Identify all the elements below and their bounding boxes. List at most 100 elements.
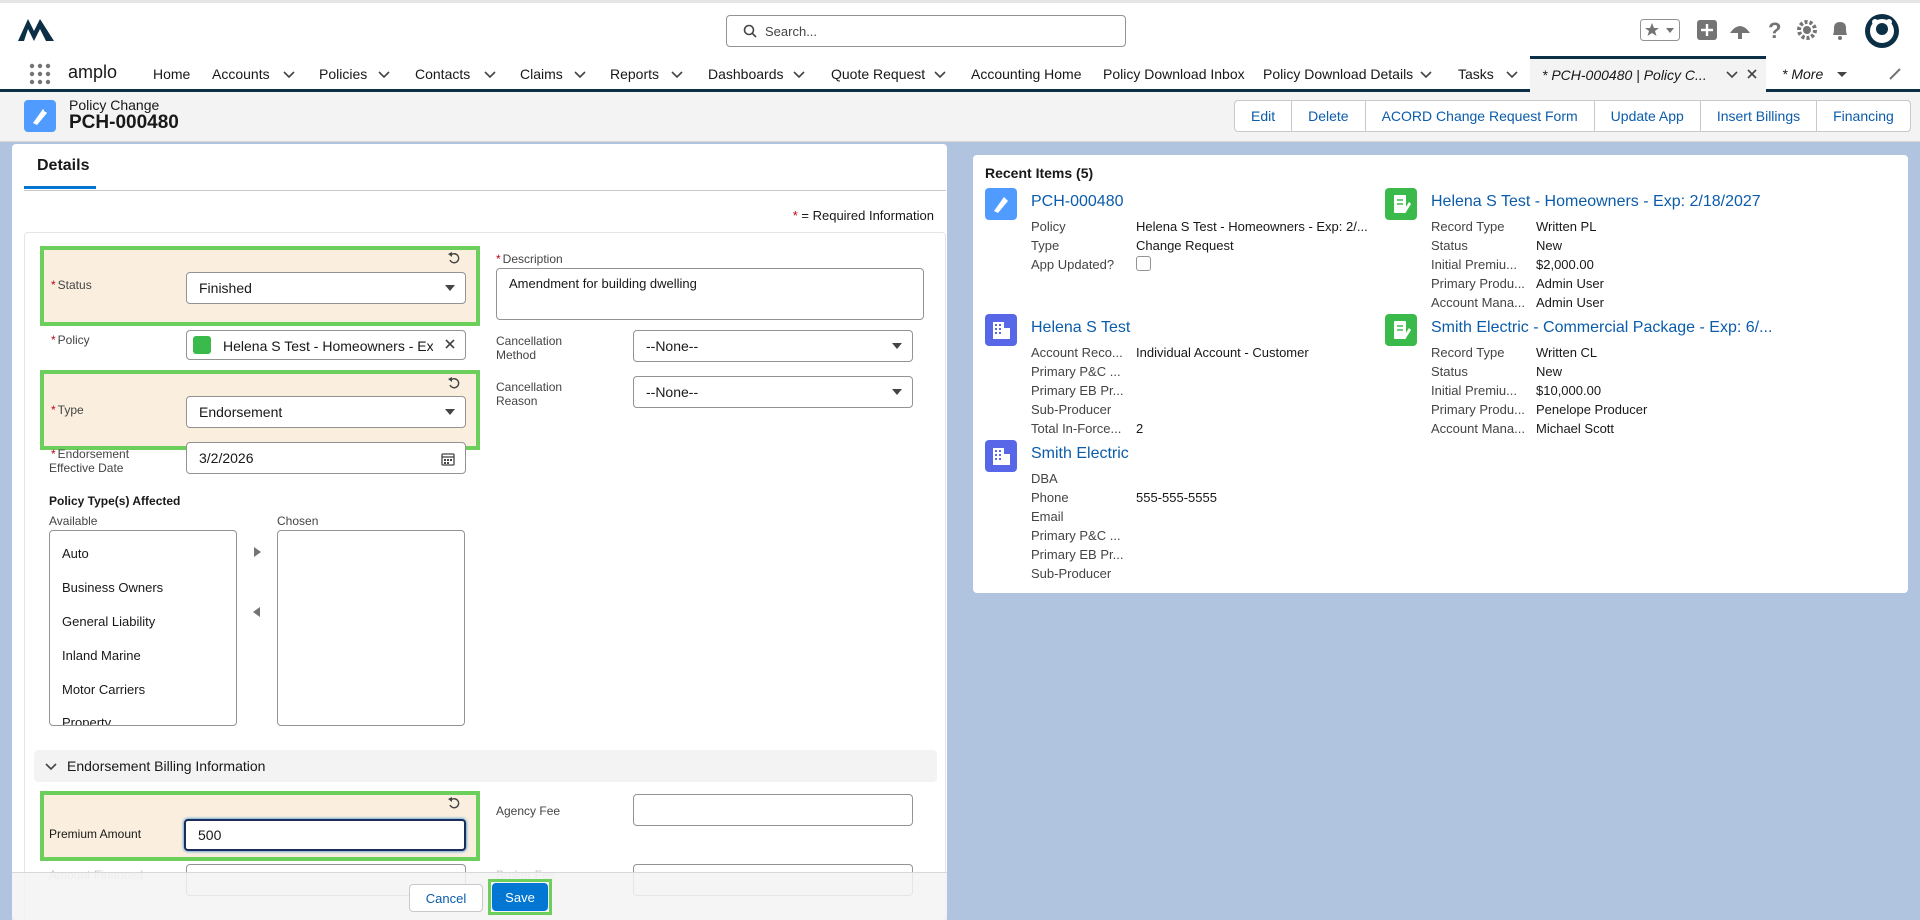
list-item[interactable]: Property <box>62 715 111 725</box>
field-label: Record Type <box>1431 345 1505 360</box>
chevron-down-icon[interactable] <box>573 67 587 81</box>
chevron-down-icon[interactable] <box>1725 67 1739 81</box>
help-icon[interactable]: ? <box>1761 17 1787 43</box>
edit-nav-pencil-icon[interactable] <box>1888 67 1902 81</box>
update-app-button[interactable]: Update App <box>1593 100 1701 132</box>
amplo-logo-icon[interactable] <box>16 15 56 45</box>
nav-item-reports[interactable]: Reports <box>610 66 659 82</box>
edit-button[interactable]: Edit <box>1234 100 1293 132</box>
financing-button[interactable]: Financing <box>1816 100 1911 132</box>
undo-icon[interactable] <box>447 251 461 265</box>
chevron-down-icon[interactable] <box>1505 67 1519 81</box>
policy-lookup-pill[interactable]: Helena S Test - Homeowners - Exp: 2/18/2… <box>186 330 466 360</box>
list-item[interactable]: General Liability <box>62 614 155 629</box>
agency-fee-input[interactable] <box>633 794 913 826</box>
nav-item-policy-download-details[interactable]: Policy Download Details <box>1263 66 1413 82</box>
endorsement-date-input[interactable]: 3/2/2026 <box>186 442 466 474</box>
nav-item-accounting-home[interactable]: Accounting Home <box>971 66 1082 82</box>
setup-gear-icon[interactable] <box>1794 17 1820 43</box>
recent-item-link[interactable]: Smith Electric <box>1031 445 1129 463</box>
nav-item-home[interactable]: Home <box>153 66 190 82</box>
calendar-icon[interactable] <box>441 452 455 466</box>
global-header: ? <box>0 0 1920 56</box>
type-select[interactable]: Endorsement <box>186 396 466 428</box>
undo-icon[interactable] <box>447 376 461 390</box>
move-right-icon[interactable] <box>251 546 263 558</box>
delete-button[interactable]: Delete <box>1291 100 1366 132</box>
list-item[interactable]: Business Owners <box>62 580 163 595</box>
save-button[interactable]: Save <box>492 883 548 911</box>
chevron-down-icon[interactable] <box>1419 67 1433 81</box>
trailhead-icon[interactable] <box>1727 17 1753 43</box>
user-avatar-icon[interactable] <box>1864 13 1900 49</box>
field-label: Policy <box>1031 219 1066 234</box>
move-left-icon[interactable] <box>251 606 263 618</box>
tab-details-underline <box>24 186 96 189</box>
tab-divider <box>24 190 946 191</box>
tab-details[interactable]: Details <box>37 157 89 175</box>
policy-change-record-icon <box>24 100 56 132</box>
recent-item-link[interactable]: Helena S Test - Homeowners - Exp: 2/18/2… <box>1431 193 1761 211</box>
chevron-down-icon[interactable] <box>282 67 296 81</box>
chevron-down-icon <box>892 389 902 395</box>
premium-amount-input[interactable] <box>184 819 466 851</box>
chosen-label: Chosen <box>277 514 319 528</box>
field-label: Primary P&C ... <box>1031 364 1121 379</box>
premium-amount-label: Premium Amount <box>49 827 142 841</box>
nav-item-claims[interactable]: Claims <box>520 66 563 82</box>
recent-item-link[interactable]: Smith Electric - Commercial Package - Ex… <box>1431 319 1772 337</box>
acord-change-request-form-button[interactable]: ACORD Change Request Form <box>1364 100 1595 132</box>
chosen-listbox[interactable] <box>277 530 465 726</box>
available-listbox[interactable]: Auto Business Owners General Liability I… <box>49 530 237 726</box>
list-item[interactable]: Auto <box>62 546 89 561</box>
app-launcher-icon[interactable] <box>28 62 52 86</box>
cancellation-reason-label-line-2: Reason <box>496 394 538 408</box>
field-label: Phone <box>1031 490 1069 505</box>
search-input[interactable] <box>765 22 1105 40</box>
recent-item-link[interactable]: PCH-000480 <box>1031 193 1124 211</box>
status-select[interactable]: Finished <box>186 272 466 304</box>
chevron-down-icon <box>445 409 455 415</box>
field-label: Initial Premiu... <box>1431 383 1517 398</box>
chevron-down-icon[interactable] <box>933 67 947 81</box>
field-value: 555-555-5555 <box>1136 490 1217 505</box>
status-label: * Status <box>51 278 92 292</box>
nav-item-accounts[interactable]: Accounts <box>212 66 270 82</box>
field-label: Primary P&C ... <box>1031 528 1121 543</box>
notifications-bell-icon[interactable] <box>1827 17 1853 43</box>
cancellation-method-label: Cancellation <box>496 334 563 348</box>
nav-item-policies[interactable]: Policies <box>319 66 367 82</box>
chevron-down-icon[interactable] <box>670 67 684 81</box>
field-label: Record Type <box>1431 219 1505 234</box>
nav-item-quote-request[interactable]: Quote Request <box>831 66 925 82</box>
undo-icon[interactable] <box>447 796 461 810</box>
cancellation-method-select[interactable]: --None-- <box>633 330 913 362</box>
chevron-down-icon[interactable] <box>377 67 391 81</box>
insert-billings-button[interactable]: Insert Billings <box>1699 100 1818 132</box>
nav-item-policy-download-inbox[interactable]: Policy Download Inbox <box>1103 66 1245 82</box>
nav-item-dashboards[interactable]: Dashboards <box>708 66 784 82</box>
chevron-down-icon[interactable] <box>792 67 806 81</box>
clear-selection-icon[interactable] <box>443 337 457 351</box>
cancellation-reason-select[interactable]: --None-- <box>633 376 913 408</box>
global-create-icon[interactable] <box>1694 17 1720 43</box>
policy-record-icon <box>1385 314 1417 346</box>
close-tab-icon[interactable] <box>1745 67 1759 81</box>
nav-item-tasks[interactable]: Tasks <box>1458 66 1494 82</box>
nav-item-contacts[interactable]: Contacts <box>415 66 470 82</box>
global-search[interactable] <box>726 15 1126 47</box>
chevron-down-icon[interactable] <box>483 67 497 81</box>
favorites-star-icon[interactable] <box>1640 17 1680 43</box>
field-value: 2 <box>1136 421 1144 436</box>
nav-more[interactable]: * More <box>1782 66 1823 82</box>
chevron-down-icon[interactable] <box>1835 67 1849 81</box>
recent-item-link[interactable]: Helena S Test <box>1031 319 1130 337</box>
list-item[interactable]: Motor Carriers <box>62 682 145 697</box>
agency-fee-label: Agency Fee <box>496 804 561 818</box>
field-value: Written CL <box>1536 345 1598 360</box>
tab-pch-000480[interactable]: * PCH-000480 | Policy C... <box>1530 56 1766 92</box>
description-textarea[interactable]: Amendment for building dwelling <box>496 268 924 320</box>
cancel-button[interactable]: Cancel <box>409 884 483 912</box>
list-item[interactable]: Inland Marine <box>62 648 141 663</box>
endorsement-billing-section-header[interactable]: Endorsement Billing Information <box>34 750 937 782</box>
